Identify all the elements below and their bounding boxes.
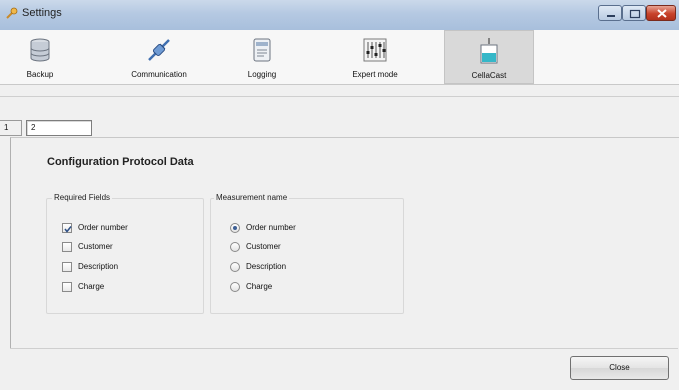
required-fields-group bbox=[46, 198, 204, 314]
divider bbox=[0, 96, 679, 97]
toolbar-item-communication[interactable]: Communication bbox=[118, 30, 200, 84]
measurement-name-title: Measurement name bbox=[214, 193, 290, 202]
minimize-icon bbox=[607, 15, 615, 17]
required-fields-title: Required Fields bbox=[52, 193, 113, 202]
radio-label: Order number bbox=[246, 223, 296, 232]
toolbar-item-backup[interactable]: Backup bbox=[14, 30, 66, 84]
checkbox-box[interactable] bbox=[62, 223, 72, 233]
toolbar-item-label: Logging bbox=[247, 70, 277, 79]
settings-toolbar: Backup Communication Logging Expert mode… bbox=[0, 30, 679, 85]
beaker-icon bbox=[480, 38, 498, 64]
checkmark-icon bbox=[64, 226, 72, 233]
checkbox-label: Charge bbox=[78, 282, 105, 291]
radio-label: Charge bbox=[246, 282, 273, 291]
radio-button[interactable] bbox=[230, 282, 240, 292]
radio-label: Description bbox=[246, 262, 287, 271]
sliders-icon bbox=[363, 38, 387, 62]
checkbox-label: Customer bbox=[78, 242, 113, 251]
radio-button[interactable] bbox=[230, 223, 240, 233]
app-icon bbox=[6, 7, 18, 19]
maximize-icon bbox=[629, 9, 641, 19]
radio-button[interactable] bbox=[230, 242, 240, 252]
toolbar-item-cellacast[interactable]: CellaCast bbox=[444, 30, 534, 84]
log-document-icon bbox=[253, 38, 271, 62]
maximize-button[interactable] bbox=[622, 5, 646, 21]
settings-window: Settings Backup Communication Logging Ex… bbox=[0, 0, 679, 390]
page-title: Configuration Protocol Data bbox=[47, 156, 194, 168]
toolbar-item-label: Expert mode bbox=[352, 70, 398, 79]
toolbar-item-expert-mode[interactable]: Expert mode bbox=[343, 30, 407, 84]
toolbar-item-logging[interactable]: Logging bbox=[237, 30, 287, 84]
checkbox-box[interactable] bbox=[62, 262, 72, 272]
checkbox-box[interactable] bbox=[62, 282, 72, 292]
toolbar-item-label: Backup bbox=[26, 70, 54, 79]
close-button[interactable]: Close bbox=[570, 356, 669, 380]
tab-1[interactable]: 1 bbox=[0, 120, 22, 136]
radio-label: Customer bbox=[246, 242, 281, 251]
checkbox-label: Order number bbox=[78, 223, 128, 232]
minimize-button[interactable] bbox=[598, 5, 622, 21]
radio-button[interactable] bbox=[230, 262, 240, 272]
footer-divider bbox=[10, 348, 678, 349]
tab-2[interactable]: 2 bbox=[26, 120, 92, 136]
checkbox-label: Description bbox=[78, 262, 119, 271]
network-plug-icon bbox=[148, 39, 170, 61]
close-icon bbox=[657, 9, 667, 18]
checkbox-box[interactable] bbox=[62, 242, 72, 252]
toolbar-separator-strip bbox=[0, 85, 679, 95]
close-window-button[interactable] bbox=[646, 5, 676, 21]
database-icon bbox=[30, 38, 50, 62]
toolbar-item-label: CellaCast bbox=[471, 71, 507, 80]
title-bar: Settings bbox=[0, 0, 679, 30]
toolbar-item-label: Communication bbox=[131, 70, 187, 79]
measurement-name-group bbox=[210, 198, 404, 314]
window-title: Settings bbox=[22, 7, 62, 19]
radio-selected-dot bbox=[233, 226, 237, 230]
